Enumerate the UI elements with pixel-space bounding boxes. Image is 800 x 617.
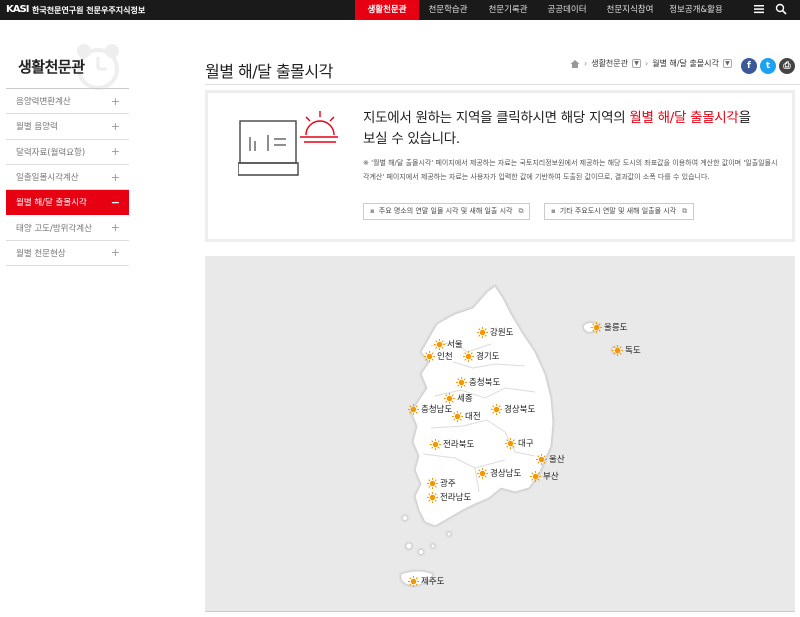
- breadcrumb-item-current[interactable]: 월별 해/달 출몰시각: [652, 58, 719, 69]
- region-incheon[interactable]: 인천: [424, 350, 453, 362]
- nav-item-disclosure[interactable]: 정보공개&활용: [665, 0, 727, 20]
- sun-icon: [591, 321, 602, 333]
- expand-icon: +: [110, 145, 120, 159]
- sunset-sunrise-landmarks-link[interactable]: ▪ 주요 명소의 연말 일몰 시각 및 새해 일출 시각 ⧉: [363, 203, 531, 220]
- sidebar-item-monthly-rise-set[interactable]: 월별 해/달 출몰시각 −: [6, 190, 129, 216]
- sun-icon: [452, 410, 463, 422]
- other-cities-sunrise-link[interactable]: ▪ 기타 주요도시 연말 및 새해 일출몰 시각 ⧉: [544, 203, 695, 220]
- sun-icon: [491, 403, 502, 415]
- region-chungnam[interactable]: 충청남도: [408, 403, 452, 415]
- expand-icon: +: [110, 170, 120, 184]
- sidebar-item-astronomical-events[interactable]: 월별 천문현상 +: [6, 241, 129, 267]
- region-chungbuk[interactable]: 충청북도: [456, 376, 500, 388]
- title-divider: [205, 84, 800, 85]
- sun-icon: [456, 376, 467, 388]
- region-ulleung[interactable]: 울릉도: [591, 321, 627, 333]
- sun-icon: [612, 344, 623, 356]
- region-jeonnam[interactable]: 전라남도: [427, 491, 471, 503]
- breadcrumb-item-section[interactable]: 생활천문관: [591, 58, 628, 69]
- breadcrumb-separator: ›: [584, 59, 588, 68]
- nav-item-daily-astronomy[interactable]: 생활천문관: [355, 0, 419, 20]
- region-gyeongnam[interactable]: 경상남도: [477, 467, 521, 479]
- nav-item-participation[interactable]: 천문지식참여: [595, 0, 665, 20]
- sun-icon: [444, 392, 455, 404]
- sun-icon: [424, 350, 435, 362]
- facebook-share-button[interactable]: f: [741, 58, 757, 74]
- menu-icon[interactable]: [752, 3, 766, 17]
- sidebar-item-solar-altitude[interactable]: 태양 고도/방위각계산 +: [6, 215, 129, 241]
- collapse-icon: −: [110, 195, 120, 209]
- sun-icon: [530, 470, 541, 482]
- twitter-share-button[interactable]: t: [760, 58, 776, 74]
- info-box: 지도에서 원하는 지역을 클릭하시면 해당 지역의 월별 해/달 출몰시각을 보…: [205, 90, 795, 242]
- breadcrumb-separator: ›: [645, 59, 649, 68]
- sidebar-menu: 음양력변환계산 + 월별 음양력 + 달력자료(월력요항) + 일출일몰시각계산 + 월…: [6, 88, 129, 267]
- sidebar-item-lunar-conversion[interactable]: 음양력변환계산 +: [6, 89, 129, 115]
- sun-icon: [434, 338, 445, 350]
- nav-item-learning[interactable]: 천문학습관: [419, 0, 477, 20]
- computer-sunrise-icon: [238, 111, 338, 176]
- sun-icon: [427, 477, 438, 489]
- sun-icon: [463, 350, 474, 362]
- region-daegu[interactable]: 대구: [505, 437, 534, 449]
- sidebar-item-calendar-data[interactable]: 달력자료(월력요항) +: [6, 140, 129, 165]
- region-seoul[interactable]: 서울: [434, 338, 463, 350]
- sun-icon: [408, 403, 419, 415]
- sidebar-item-monthly-calendar[interactable]: 월별 음양력 +: [6, 114, 129, 140]
- main-nav: 생활천문관 천문학습관 천문기록관 공공데이터 천문지식참여 정보공개&활용: [355, 0, 727, 20]
- print-button[interactable]: ⎙: [779, 58, 795, 74]
- sun-icon: [536, 453, 547, 465]
- info-headline: 지도에서 원하는 지역을 클릭하시면 해당 지역의 월별 해/달 출몰시각을 보…: [363, 110, 751, 147]
- expand-icon: +: [110, 221, 120, 235]
- kasi-logo[interactable]: KASI 한국천문연구원 천문우주지식정보: [6, 3, 145, 17]
- expand-icon: +: [110, 94, 120, 108]
- region-gyeonggi[interactable]: 경기도: [463, 350, 499, 362]
- home-icon[interactable]: [570, 59, 580, 69]
- expand-icon: +: [110, 246, 120, 260]
- nav-item-records[interactable]: 천문기록관: [477, 0, 539, 20]
- logo-mark: KASI: [6, 4, 29, 15]
- chevron-down-icon[interactable]: ▼: [632, 59, 642, 68]
- sun-icon: [427, 491, 438, 503]
- korea-map-outline: [400, 285, 619, 587]
- sun-icon: [408, 575, 419, 587]
- chevron-down-icon[interactable]: ▼: [722, 59, 732, 68]
- external-link-icon: ⧉: [682, 207, 688, 215]
- region-busan[interactable]: 부산: [530, 470, 559, 482]
- sun-icon: [477, 467, 488, 479]
- sidebar-title: 생활천문관: [18, 58, 85, 76]
- sun-icon: [477, 326, 488, 338]
- sun-icon: [505, 437, 516, 449]
- page-title: 월별 해/달 출몰시각: [205, 62, 333, 81]
- nav-item-public-data[interactable]: 공공데이터: [539, 0, 595, 20]
- expand-icon: +: [110, 119, 120, 133]
- top-navigation-bar: KASI 한국천문연구원 천문우주지식정보 생활천문관 천문학습관 천문기록관 …: [0, 0, 800, 20]
- region-jeonbuk[interactable]: 전라북도: [430, 438, 474, 450]
- region-gangwon[interactable]: 강원도: [477, 326, 513, 338]
- external-link-icon: ⧉: [518, 207, 524, 215]
- region-daejeon[interactable]: 대전: [452, 410, 481, 422]
- sun-icon: [430, 438, 441, 450]
- info-note: ※ '월별 해/달 출몰시각' 페이지에서 제공하는 자료는 국토지리정보원에서…: [363, 159, 778, 181]
- region-gwangju[interactable]: 광주: [427, 477, 456, 489]
- korea-map: 강원도 서울 인천 경기도 충청북도 세종 충청남도 대전 경상북도 전라북도 …: [205, 256, 795, 612]
- search-icon[interactable]: [774, 3, 788, 17]
- sidebar-item-sunrise-calc[interactable]: 일출일몰시각계산 +: [6, 165, 129, 191]
- breadcrumb: › 생활천문관 ▼ › 월별 해/달 출몰시각 ▼: [570, 58, 732, 69]
- region-ulsan[interactable]: 울산: [536, 453, 565, 465]
- logo-text: 한국천문연구원 천문우주지식정보: [32, 5, 146, 15]
- region-dokdo[interactable]: 독도: [612, 344, 641, 356]
- region-jeju[interactable]: 제주도: [408, 575, 444, 587]
- region-gyeongbuk[interactable]: 경상북도: [491, 403, 535, 415]
